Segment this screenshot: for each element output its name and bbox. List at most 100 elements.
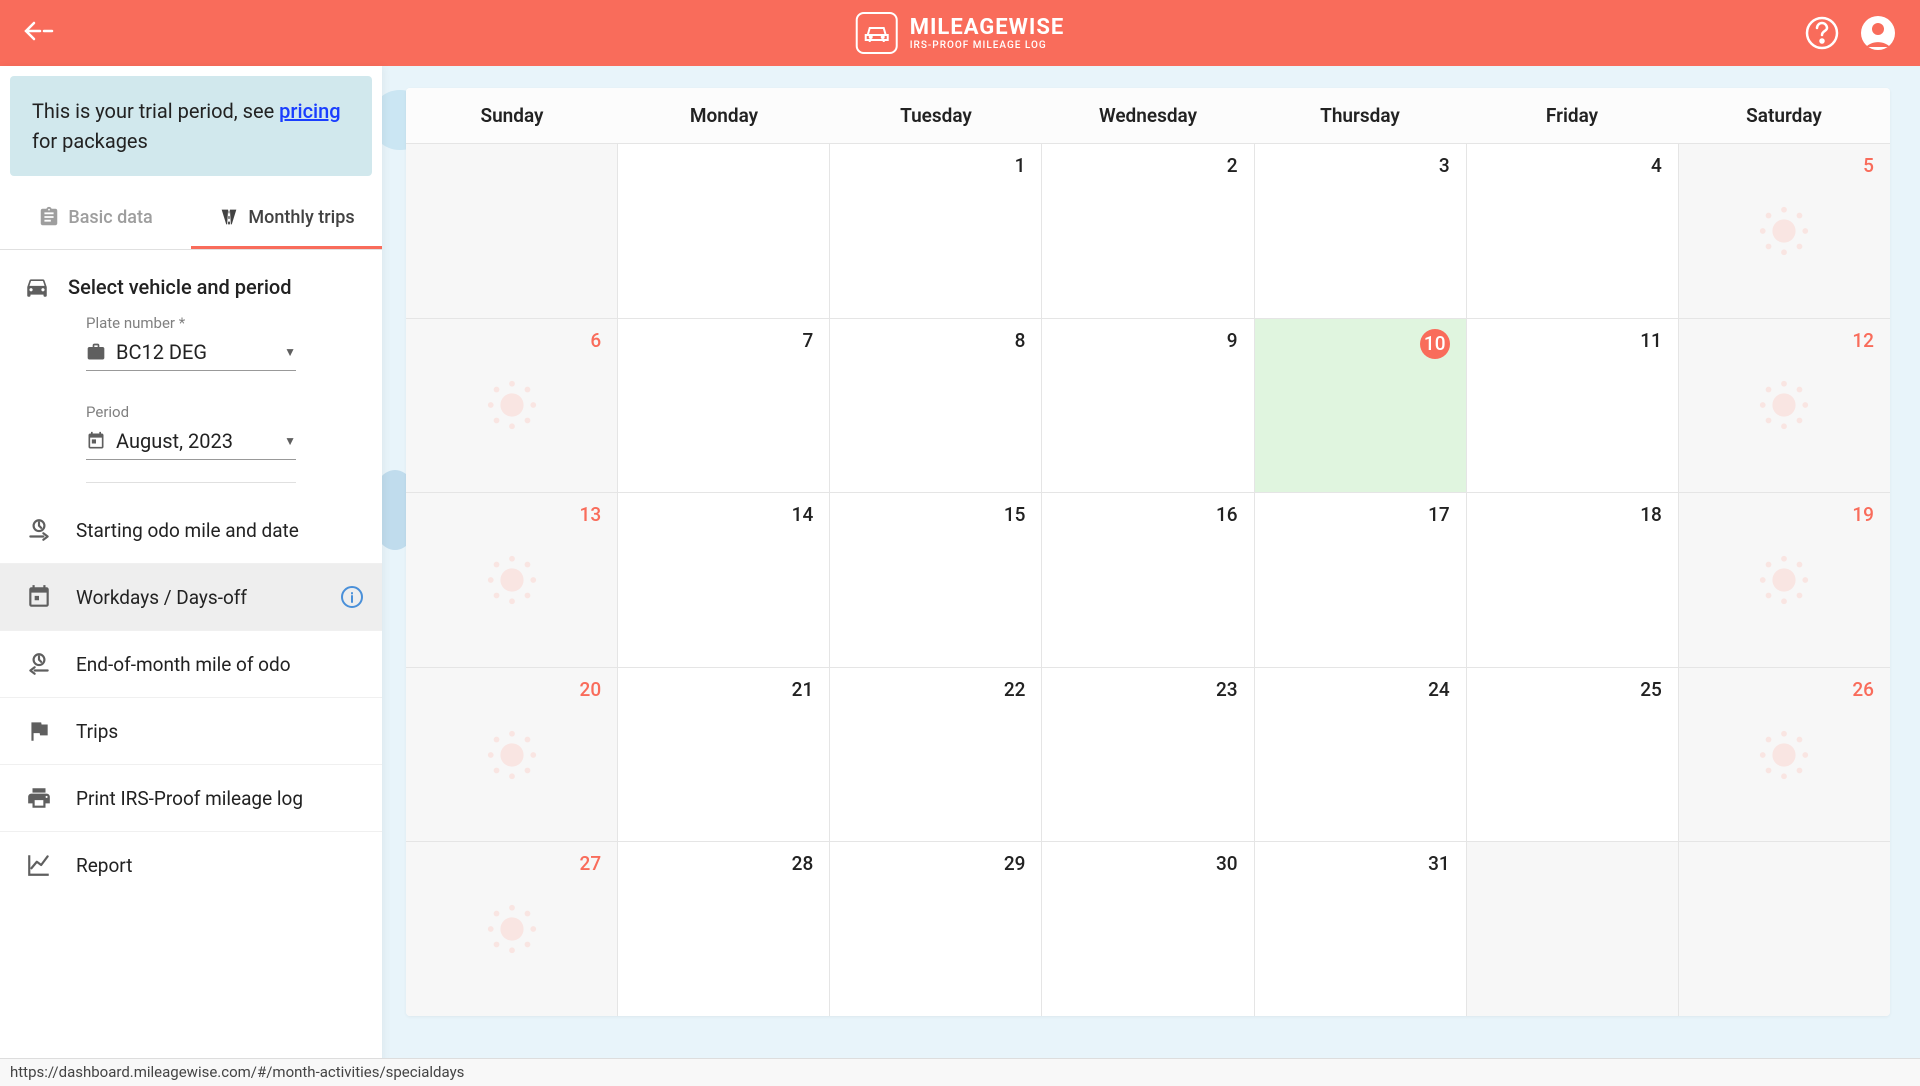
tab-label: Monthly trips [248, 207, 354, 228]
day-number: 2 [1227, 154, 1238, 177]
calendar-cell[interactable]: 31 [1255, 842, 1467, 1016]
calendar-row: 20 21 22 23 242526 [406, 668, 1890, 843]
calendar-cell[interactable]: 4 [1467, 144, 1679, 318]
day-number: 22 [1004, 678, 1026, 701]
calendar-day-header: Monday [618, 88, 830, 143]
calendar-cell[interactable]: 9 [1042, 319, 1254, 493]
clipboard-icon [38, 206, 60, 228]
help-icon[interactable] [1804, 15, 1840, 51]
calendar-cell[interactable]: 16 [1042, 493, 1254, 667]
calendar-cell[interactable]: 10 [1255, 319, 1467, 493]
calendar-cell[interactable] [1679, 842, 1890, 1016]
menu-workdays[interactable]: Workdays / Days-off [0, 564, 382, 631]
pricing-link[interactable]: pricing [279, 99, 340, 123]
calendar-cell[interactable]: 27 [406, 842, 618, 1016]
day-number: 18 [1640, 503, 1662, 526]
calendar-cell[interactable]: 1 [830, 144, 1042, 318]
calendar-cell[interactable]: 24 [1255, 668, 1467, 842]
flag-icon [26, 718, 52, 744]
menu-print[interactable]: Print IRS-Proof mileage log [0, 765, 382, 832]
calendar-cell[interactable]: 12 [1679, 319, 1890, 493]
briefcase-icon [86, 342, 106, 362]
day-number: 11 [1640, 329, 1662, 352]
calendar-row: 27 2829 30 31 [406, 842, 1890, 1016]
chart-icon [26, 852, 52, 878]
calendar-day-header: Tuesday [830, 88, 1042, 143]
menu-trips[interactable]: Trips [0, 698, 382, 765]
calendar-row: 13 14 1516 17 18 19 [406, 493, 1890, 668]
calendar-cell[interactable]: 11 [1467, 319, 1679, 493]
menu-label: End-of-month mile of odo [76, 653, 291, 676]
day-number: 14 [792, 503, 814, 526]
day-number: 30 [1216, 852, 1238, 875]
calendar-cell[interactable]: 20 [406, 668, 618, 842]
day-number: 21 [792, 678, 814, 701]
calendar: SundayMondayTuesdayWednesdayThursdayFrid… [406, 88, 1890, 1016]
section-title: Select vehicle and period [68, 275, 292, 299]
calendar-day-header: Saturday [1678, 88, 1890, 143]
calendar-cell[interactable]: 2 [1042, 144, 1254, 318]
day-number: 13 [580, 503, 602, 526]
account-icon[interactable] [1860, 15, 1896, 51]
menu-end-odo[interactable]: End-of-month mile of odo [0, 631, 382, 698]
calendar-cell[interactable] [406, 144, 618, 318]
calendar-day-header: Sunday [406, 88, 618, 143]
calendar-cell[interactable]: 26 [1679, 668, 1890, 842]
chevron-down-icon: ▼ [284, 345, 296, 359]
day-number: 9 [1227, 329, 1238, 352]
calendar-cell[interactable]: 18 [1467, 493, 1679, 667]
brand-subtitle: IRS-PROOF MILEAGE LOG [910, 40, 1065, 51]
calendar-cell[interactable]: 5 [1679, 144, 1890, 318]
plate-label: Plate number * [86, 314, 296, 332]
calendar-cell[interactable]: 15 [830, 493, 1042, 667]
plate-number-group: Plate number * BC12 DEG ▼ [0, 314, 382, 379]
calendar-cell[interactable]: 8 [830, 319, 1042, 493]
plate-select[interactable]: BC12 DEG ▼ [86, 334, 296, 371]
calendar-cell[interactable]: 25 [1467, 668, 1679, 842]
menu-label: Print IRS-Proof mileage log [76, 787, 303, 810]
day-number: 10 [1420, 329, 1450, 359]
app-header: MILEAGEWISE IRS-PROOF MILEAGE LOG [0, 0, 1920, 66]
calendar-cell[interactable]: 6 [406, 319, 618, 493]
calendar-cell[interactable]: 28 [618, 842, 830, 1016]
tab-basic-data[interactable]: Basic data [0, 188, 191, 249]
calendar-cell[interactable]: 14 [618, 493, 830, 667]
calendar-cell[interactable]: 13 [406, 493, 618, 667]
calendar-day-icon [26, 584, 52, 610]
calendar-day-header: Thursday [1254, 88, 1466, 143]
period-group: Period August, 2023 ▼ [0, 403, 382, 468]
day-number: 19 [1852, 503, 1874, 526]
calendar-cell[interactable]: 29 [830, 842, 1042, 1016]
calendar-cell[interactable]: 3 [1255, 144, 1467, 318]
back-arrow-icon[interactable] [24, 19, 54, 47]
info-icon[interactable] [340, 585, 364, 609]
menu-report[interactable]: Report [0, 832, 382, 898]
car-logo-icon [856, 12, 898, 54]
calendar-cell[interactable] [1467, 842, 1679, 1016]
menu-starting-odo[interactable]: Starting odo mile and date [0, 497, 382, 564]
calendar-cell[interactable]: 19 [1679, 493, 1890, 667]
menu-label: Workdays / Days-off [76, 586, 247, 609]
tab-monthly-trips[interactable]: Monthly trips [191, 188, 382, 249]
car-icon [24, 274, 50, 300]
menu-label: Report [76, 854, 132, 877]
day-number: 17 [1428, 503, 1450, 526]
period-select[interactable]: August, 2023 ▼ [86, 423, 296, 460]
calendar-cell[interactable]: 22 [830, 668, 1042, 842]
day-number: 4 [1651, 154, 1662, 177]
calendar-cell[interactable]: 17 [1255, 493, 1467, 667]
day-number: 23 [1216, 678, 1238, 701]
main-content: SundayMondayTuesdayWednesdayThursdayFrid… [382, 66, 1920, 1086]
day-number: 3 [1439, 154, 1450, 177]
calendar-cell[interactable]: 30 [1042, 842, 1254, 1016]
calendar-day-header: Friday [1466, 88, 1678, 143]
calendar-cell[interactable]: 7 [618, 319, 830, 493]
road-icon [218, 206, 240, 228]
day-number: 27 [580, 852, 602, 875]
calendar-cell[interactable]: 21 [618, 668, 830, 842]
calendar-cell[interactable] [618, 144, 830, 318]
day-number: 5 [1863, 154, 1874, 177]
sidebar-tabs: Basic data Monthly trips [0, 188, 382, 250]
tab-label: Basic data [68, 207, 152, 228]
calendar-cell[interactable]: 23 [1042, 668, 1254, 842]
